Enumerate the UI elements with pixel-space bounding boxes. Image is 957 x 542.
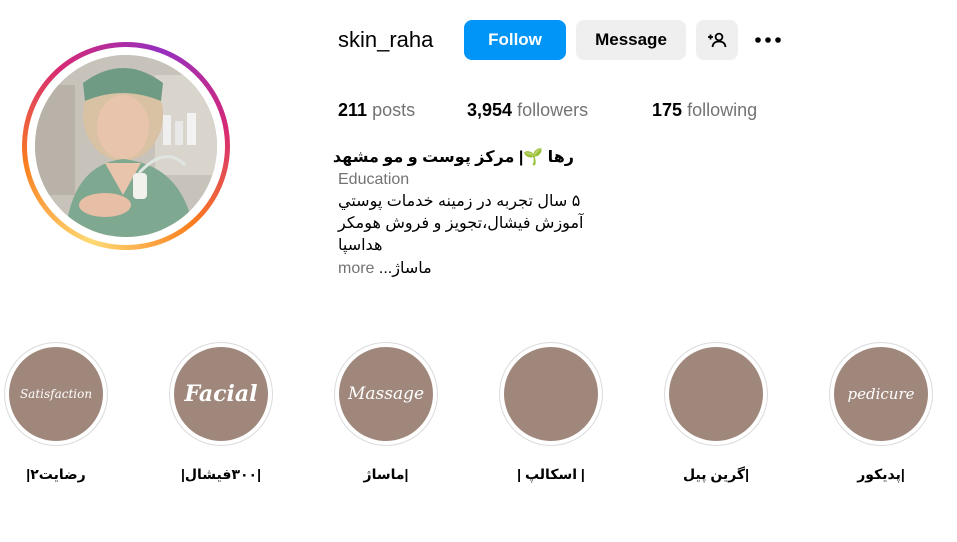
story-highlight[interactable]: Facial |۳۰۰فیشال| bbox=[167, 342, 275, 482]
profile-avatar[interactable] bbox=[22, 42, 230, 250]
followers-count: 3,954 bbox=[467, 100, 513, 120]
highlight-ring: Massage bbox=[334, 342, 438, 446]
story-highlight[interactable]: pedicure |پدیکور bbox=[827, 342, 935, 482]
highlight-cover: Satisfaction bbox=[9, 347, 103, 441]
story-highlight[interactable]: Satisfaction رضایت۲| bbox=[2, 342, 110, 482]
profile-username: skin_raha bbox=[338, 27, 434, 52]
highlight-label: | اسکالپ | bbox=[517, 466, 585, 482]
avatar-border bbox=[27, 47, 225, 245]
posts-stat: 211 posts bbox=[338, 98, 415, 122]
message-button[interactable]: Message bbox=[576, 20, 686, 60]
story-highlight[interactable]: | اسکالپ | bbox=[497, 342, 605, 482]
avatar-photo bbox=[35, 55, 217, 237]
follow-button[interactable]: Follow bbox=[464, 20, 566, 60]
highlight-ring: pedicure bbox=[829, 342, 933, 446]
highlight-ring: Satisfaction bbox=[4, 342, 108, 446]
bio-category: Education bbox=[338, 171, 410, 188]
highlight-ring: Facial bbox=[169, 342, 273, 446]
bio-line: ماساژ... bbox=[378, 260, 432, 277]
bio-line-last: ماساژ... more bbox=[338, 258, 432, 280]
following-label: following bbox=[687, 100, 758, 120]
avatar-image bbox=[35, 55, 217, 237]
story-highlight[interactable]: |گرین پیل bbox=[662, 342, 770, 482]
highlight-cover bbox=[669, 347, 763, 441]
posts-label: posts bbox=[372, 100, 416, 120]
highlight-ring bbox=[499, 342, 603, 446]
following-count: 175 bbox=[652, 100, 683, 120]
followers-label: followers bbox=[517, 100, 589, 120]
bio-full-name: رها 🌱| مرکز پوست و مو مشهد bbox=[332, 149, 574, 166]
bio-line: آموزش فیشال،تجویز و فروش هومکر bbox=[338, 215, 584, 232]
person-plus-icon bbox=[708, 32, 727, 48]
highlight-label: |ماساژ bbox=[363, 466, 409, 482]
highlight-cover bbox=[504, 347, 598, 441]
followers-stat[interactable]: 3,954 followers bbox=[467, 98, 588, 122]
highlight-ring bbox=[664, 342, 768, 446]
suggest-users-button[interactable] bbox=[696, 20, 738, 60]
highlight-label: |پدیکور bbox=[857, 466, 905, 482]
bio-line: هداسپا bbox=[338, 237, 383, 254]
following-stat[interactable]: 175 following bbox=[652, 98, 757, 122]
bio-line: ۵ سال تجربه در زمینه خدمات پوستي bbox=[338, 193, 581, 210]
highlight-label: |۳۰۰فیشال| bbox=[180, 466, 261, 482]
highlight-cover: pedicure bbox=[834, 347, 928, 441]
highlight-cover: Massage bbox=[339, 347, 433, 441]
story-highlight[interactable]: Massage |ماساژ bbox=[332, 342, 440, 482]
posts-count: 211 bbox=[338, 100, 368, 120]
bio-more-link[interactable]: more bbox=[338, 260, 374, 277]
more-options-button[interactable] bbox=[752, 26, 784, 54]
highlight-label: رضایت۲| bbox=[26, 466, 86, 482]
highlight-cover: Facial bbox=[174, 347, 268, 441]
more-options-icon bbox=[755, 37, 781, 43]
highlight-label: |گرین پیل bbox=[683, 466, 749, 482]
